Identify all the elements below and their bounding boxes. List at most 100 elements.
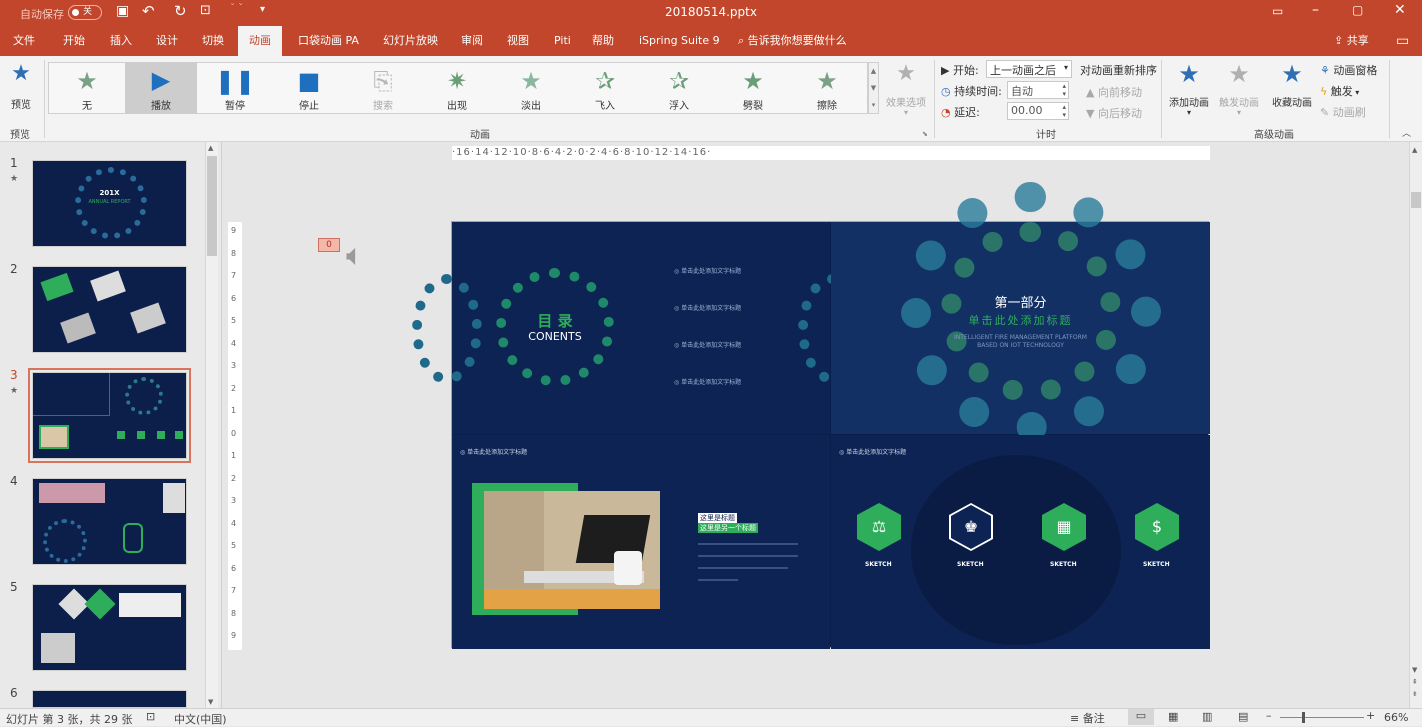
anim-none[interactable]: ★ 无 [51,65,123,113]
lightning-icon: ϟ [1320,85,1331,98]
tab-pocket-animation[interactable]: 口袋动画 PA [298,26,359,56]
vruler-label: 8 [231,248,237,258]
animation-order-badge[interactable]: 0 [318,238,340,252]
move-later-button[interactable]: ▼ 向后移动 [1086,105,1142,121]
animation-dialog-launcher[interactable]: ⬊ [922,130,928,138]
trigger-animation-button[interactable]: ★ 触发动画 ▾ [1214,62,1264,122]
slide-number: 3 [10,368,18,382]
tell-me-search[interactable]: ⌕ 告诉我你想要做什么 [738,26,847,56]
toc-item: ◎ 单击此处添加文字标题 [674,342,742,349]
delay-field[interactable]: 00.00 ▴ ▾ [1007,102,1069,120]
thumb-subtitle: ANNUAL REPORT [88,199,131,205]
q3-tag1: 这里是标题 [698,513,737,523]
preview-button[interactable]: ★ 预览 [4,62,38,122]
effect-options-icon: ★ [896,61,916,86]
slide-canvas[interactable]: 目 录 CONENTS ◎ 单击此处添加文字标题 ◎ 单击此处添加文字标题 ◎ … [412,182,1210,649]
tab-view[interactable]: 视图 [507,26,529,56]
normal-view-icon[interactable]: ▭ [1128,709,1154,725]
notes-button[interactable]: ≡ 备注 [1070,710,1105,726]
maximize-icon[interactable]: ▢ [1352,3,1363,17]
anim-float-in[interactable]: ✰ 浮入 [643,65,715,113]
slide-thumb-6[interactable] [32,690,187,708]
editor-scrollbar[interactable]: ▲ ▼ ⇞ ⇟ [1409,142,1422,708]
anim-stop[interactable]: ■ 停止 [273,65,345,113]
slide-thumb-3[interactable] [28,368,191,463]
thumb-title: 201X [99,189,120,197]
anim-seek[interactable]: ⎘ 搜索 [347,65,419,113]
toc-item: ◎ 单击此处添加文字标题 [674,305,742,312]
animation-painter-button[interactable]: ✎ 动画刷 [1320,104,1366,120]
q3-tag2: 这里是另一个标题 [698,523,758,533]
zoom-in-icon[interactable]: + [1366,709,1375,722]
slide-thumbnails-pane: 1 ★ 201X ANNUAL REPORT 2 3 ★ 4 5 6 ▲ ▼ [0,142,222,708]
vruler-label: 1 [231,451,237,461]
anim-split[interactable]: ★ 劈裂 [717,65,789,113]
thumbnail-scrollbar[interactable]: ▲ ▼ [205,142,218,708]
speaker-icon[interactable]: 🔈︎ [346,238,364,274]
tab-design[interactable]: 设计 [156,26,178,56]
tab-transitions[interactable]: 切换 [202,26,224,56]
tab-review[interactable]: 审阅 [461,26,483,56]
add-animation-icon: ★ [1178,60,1200,88]
slide-thumb-4[interactable] [32,478,187,565]
zoom-slider[interactable] [1280,717,1364,718]
anim-wipe[interactable]: ★ 擦除 [791,65,863,113]
tab-file[interactable]: 文件 [13,26,35,56]
anim-pause[interactable]: ❚❚ 暂停 [199,65,271,113]
fly-in-icon: ✰ [594,67,616,95]
start-select[interactable]: 上一动画之后 ▾ [986,60,1072,78]
tab-home[interactable]: 开始 [63,26,85,56]
slide-number: 2 [10,262,18,276]
vruler-label: 2 [231,473,237,483]
tab-animations[interactable]: 动画 [238,26,282,56]
play-icon: ▶ [151,66,171,94]
vruler-label: 2 [231,383,237,393]
slide-thumb-1[interactable]: 201X ANNUAL REPORT [32,160,187,247]
share-button[interactable]: ⇪ 共享 [1334,26,1369,56]
slide-thumb-2[interactable] [32,266,187,353]
spellcheck-icon[interactable]: ⊡ [146,710,155,723]
moneybag-icon: $ [1135,503,1179,551]
zoom-level[interactable]: 66% [1384,711,1408,724]
collapse-ribbon-icon[interactable]: ︿ [1402,126,1411,139]
vertical-ruler: 9 8 7 6 5 4 3 2 1 0 1 2 3 4 5 6 7 8 9 [228,222,242,650]
language-indicator[interactable]: 中文(中国) [174,711,227,727]
anim-fly-in[interactable]: ✰ 飞入 [569,65,641,113]
tab-insert[interactable]: 插入 [110,26,132,56]
tab-ispring[interactable]: iSpring Suite 9 [639,26,720,56]
slide-number: 5 [10,580,18,594]
hex-label: SKETCH [1143,561,1170,568]
tab-help[interactable]: 帮助 [592,26,614,56]
desk-photo [484,491,660,609]
effect-options-button[interactable]: ★ 效果选项 ▾ [880,62,932,122]
reading-view-icon[interactable]: ▥ [1202,710,1212,723]
close-icon[interactable]: ✕ [1394,2,1406,18]
quadrant-toc: 目 录 CONENTS ◎ 单击此处添加文字标题 ◎ 单击此处添加文字标题 ◎ … [412,222,868,434]
add-animation-button[interactable]: ★ 添加动画 ▾ [1164,62,1214,122]
anim-appear[interactable]: ✷ 出现 [421,65,493,113]
comments-icon[interactable]: ▭ [1396,26,1409,56]
move-earlier-button[interactable]: ▲ 向前移动 [1086,84,1142,100]
anim-play[interactable]: ▶ 播放 [125,63,197,113]
ribbon-display-icon[interactable]: ▭ [1272,4,1283,18]
tab-piti[interactable]: Piti [554,26,571,56]
next-slide-icon: ⇟ [1412,690,1418,698]
slideshow-view-icon[interactable]: ▤ [1238,710,1248,723]
ribbon: ★ 预览 预览 ★ 无 ▶ 播放 ❚❚ 暂停 ■ 停止 ⎘ 搜索 ✷ 出现 ★ 淡出 ✰ 飞入 … [0,56,1422,142]
zoom-slider-thumb[interactable] [1302,712,1305,723]
zoom-out-icon[interactable]: – [1266,709,1272,722]
start-icon: ▶ [941,64,953,77]
minimize-icon[interactable]: – [1312,2,1319,18]
duration-field[interactable]: 自动 ▴ ▾ [1007,81,1069,99]
animation-pane-button[interactable]: ⚘ 动画窗格 [1320,62,1377,78]
favorite-animation-button[interactable]: ★ 收藏动画 [1266,62,1318,122]
slide-thumb-5[interactable] [32,584,187,671]
gallery-scroll[interactable]: ▲ ▼ ▾ [868,62,879,114]
trigger-button[interactable]: ϟ 触发 ▾ [1320,83,1359,99]
anim-fade[interactable]: ★ 淡出 [495,65,567,113]
animation-pane-icon: ⚘ [1320,64,1334,77]
slide-number: 4 [10,474,18,488]
slide-sorter-icon[interactable]: ▦ [1168,710,1178,723]
vruler-label: 9 [231,226,237,235]
tab-slideshow[interactable]: 幻灯片放映 [383,26,438,56]
